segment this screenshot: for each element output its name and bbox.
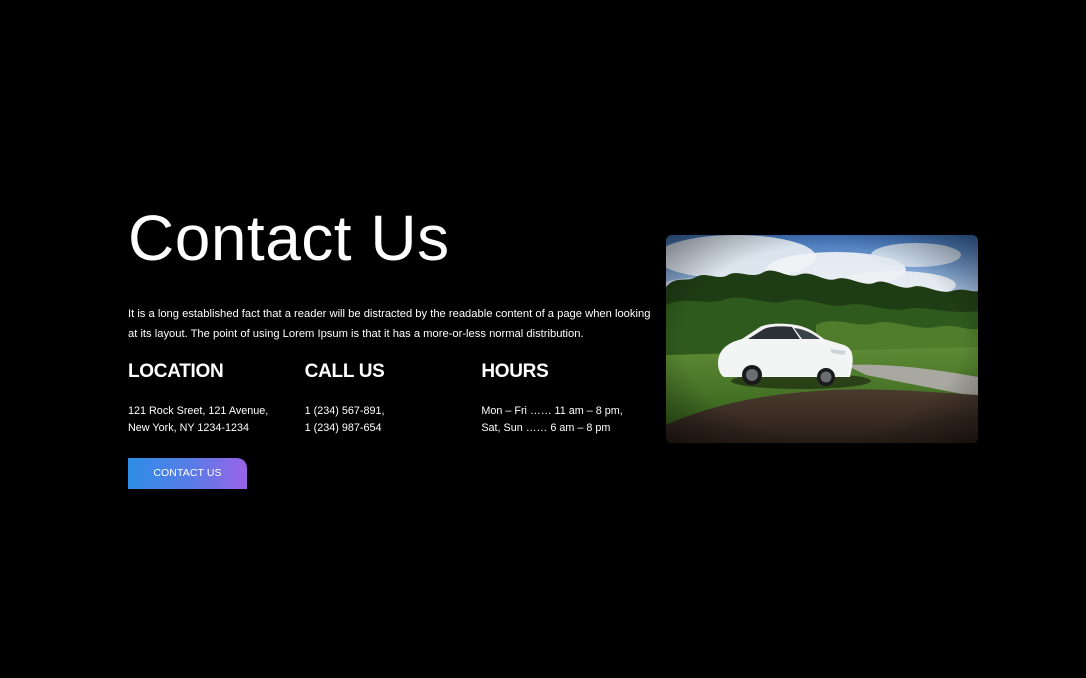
hours-heading: HOURS — [481, 361, 549, 382]
hours-column: HOURS Mon – Fri …… 11 am – 8 pm, Sat, Su… — [481, 360, 658, 437]
phone-number[interactable]: 1 (234) 987-654 — [305, 420, 482, 437]
location-details: 121 Rock Sreet, 121 Avenue, New York, NY… — [128, 403, 305, 437]
hours-line: Mon – Fri …… 11 am – 8 pm, — [481, 405, 623, 417]
location-line: 121 Rock Sreet, 121 Avenue, — [128, 405, 269, 417]
contact-section: Contact Us It is a long established fact… — [0, 0, 1086, 678]
contact-content: Contact Us It is a long established fact… — [128, 200, 658, 489]
location-column: LOCATION 121 Rock Sreet, 121 Avenue, New… — [128, 360, 305, 437]
contact-description: It is a long established fact that a rea… — [128, 308, 651, 340]
hours-details: Mon – Fri …… 11 am – 8 pm, Sat, Sun …… 6… — [481, 403, 658, 437]
call-us-column: CALL US 1 (234) 567-891, 1 (234) 987-654 — [305, 360, 482, 437]
car-photo — [666, 235, 978, 443]
contact-info-row: LOCATION 121 Rock Sreet, 121 Avenue, New… — [128, 360, 658, 437]
phone-number[interactable]: 1 (234) 567-891, — [305, 403, 482, 420]
page-title: Contact Us — [128, 202, 450, 274]
hours-line: Sat, Sun …… 6 am – 8 pm — [481, 422, 611, 434]
call-us-heading: CALL US — [304, 361, 385, 382]
phone-details: 1 (234) 567-891, 1 (234) 987-654 — [305, 403, 482, 437]
contact-us-button[interactable]: CONTACT US — [128, 458, 247, 489]
location-heading: LOCATION — [128, 361, 224, 382]
location-line: New York, NY 1234-1234 — [128, 422, 250, 434]
